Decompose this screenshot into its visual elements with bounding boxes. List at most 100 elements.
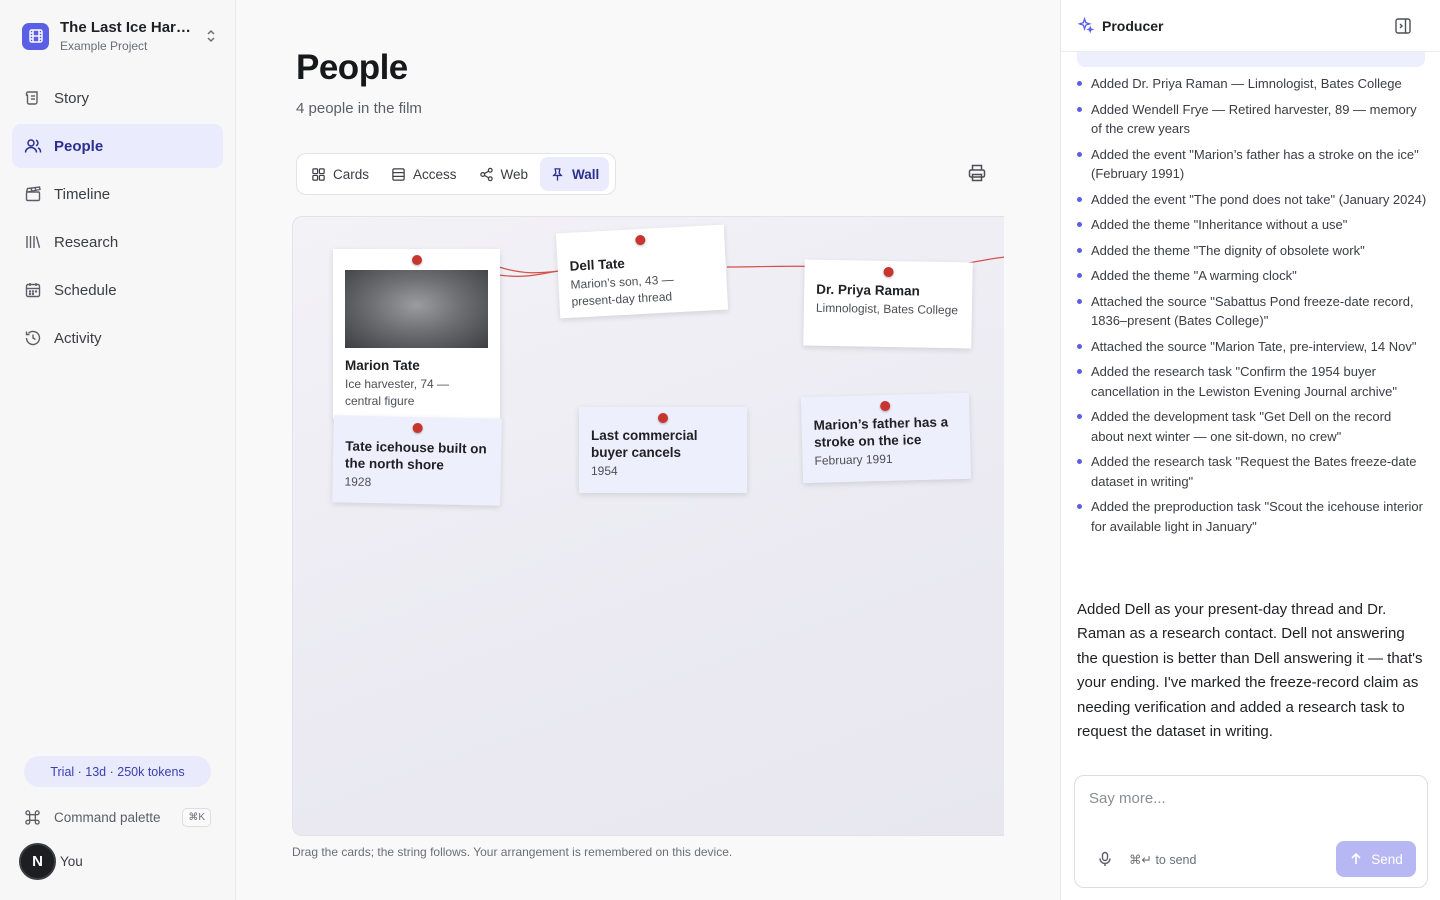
nav-item-label: Story: [54, 89, 90, 107]
send-button[interactable]: Send: [1336, 841, 1416, 877]
tab-label: Wall: [572, 166, 600, 182]
list-item: Added the research task "Confirm the 195…: [1077, 362, 1427, 401]
list-item: Added the development task "Get Dell on …: [1077, 407, 1427, 446]
list-item: Added the theme "The dignity of obsolete…: [1077, 241, 1427, 261]
card-subtitle: 1928: [344, 474, 372, 490]
card-subtitle: February 1991: [814, 451, 893, 468]
nav-item-story[interactable]: Story: [12, 76, 223, 120]
tab-access[interactable]: Access: [381, 157, 467, 191]
collapse-panel-icon[interactable]: [1394, 17, 1412, 35]
message-composer: ⌘↵ to send Send: [1074, 775, 1428, 888]
wall-card-event[interactable]: Tate icehouse built on the north shore 1…: [332, 415, 502, 506]
nav-item-label: People: [54, 137, 104, 155]
list-item: Added Dr. Priya Raman — Limnologist, Bat…: [1077, 74, 1427, 94]
nav-item-timeline[interactable]: Timeline: [12, 172, 223, 216]
history-icon: [25, 330, 41, 346]
assistant-reply: Added Dell as your present-day thread an…: [1077, 601, 1423, 741]
panel-title: Producer: [1102, 17, 1164, 34]
list-item: Attached the source "Marion Tate, pre-in…: [1077, 337, 1427, 357]
card-subtitle: 1954: [591, 464, 618, 478]
tab-label: Access: [413, 166, 457, 182]
nav-item-people[interactable]: People: [12, 124, 223, 168]
panel-header: Producer: [1061, 0, 1440, 52]
card-title: Tate icehouse built on the north shore: [344, 438, 487, 473]
microphone-icon[interactable]: [1097, 851, 1113, 867]
clapperboard-icon: [25, 186, 41, 202]
pin-wall[interactable]: Marion Tate Ice harvester, 74 — central …: [292, 216, 1004, 836]
print-icon[interactable]: [967, 163, 989, 185]
pin-icon: [552, 167, 563, 181]
avatar: N: [19, 843, 56, 880]
tab-label: Web: [500, 166, 529, 182]
arrow-up-icon: [1351, 852, 1361, 864]
command-icon: [25, 810, 40, 825]
card-title: Last commercial buyer cancels: [591, 428, 698, 460]
nav-item-schedule[interactable]: Schedule: [12, 268, 223, 312]
card-subtitle: Limnologist, Bates College: [815, 300, 959, 318]
user-menu[interactable]: N You: [19, 843, 83, 880]
card-title: Marion Tate: [345, 358, 420, 373]
list-item: Added Wendell Frye — Retired harvester, …: [1077, 100, 1427, 139]
users-icon: [24, 139, 42, 153]
list-item: Added the theme "A warming clock": [1077, 266, 1427, 286]
scroll-icon: [25, 91, 38, 105]
share-icon: [479, 167, 493, 181]
list-item: Attached the source "Sabattus Pond freez…: [1077, 292, 1427, 331]
pushpin-icon: [411, 255, 422, 265]
card-title: Marion’s father has a stroke on the ice: [813, 414, 949, 450]
page-title: People: [296, 48, 408, 87]
list-icon: [392, 167, 405, 181]
sparkles-icon: [1077, 17, 1094, 34]
nav-item-research[interactable]: Research: [12, 220, 223, 264]
tab-web[interactable]: Web: [469, 157, 539, 191]
trial-badge[interactable]: Trial · 13d · 250k tokens: [24, 756, 211, 787]
list-item: Added the preproduction task "Scout the …: [1077, 497, 1427, 536]
page-subtitle: 4 people in the film: [296, 100, 422, 117]
wall-card-person[interactable]: Marion Tate Ice harvester, 74 — central …: [333, 249, 500, 419]
nav-item-activity[interactable]: Activity: [12, 316, 223, 360]
wall-card-person[interactable]: Dr. Priya Raman Limnologist, Bates Colle…: [803, 259, 973, 349]
send-label: Send: [1371, 851, 1403, 867]
producer-panel: Producer Added Dr. Priya Raman — Limnolo…: [1060, 0, 1440, 900]
grid-icon: [312, 167, 325, 181]
command-palette-button[interactable]: Command palette ⌘K: [24, 805, 211, 830]
message-bubble: [1077, 52, 1425, 67]
portrait-photo: [345, 270, 488, 348]
shortcut-badge: ⌘K: [182, 808, 211, 827]
wall-card-event[interactable]: Marion’s father has a stroke on the ice …: [800, 392, 972, 484]
wall-help-text: Drag the cards; the string follows. Your…: [292, 845, 733, 859]
command-palette-label: Command palette: [54, 810, 161, 825]
card-title: Dr. Priya Raman: [816, 281, 920, 299]
tab-wall[interactable]: Wall: [540, 157, 610, 191]
main-content: People 4 people in the film Cards Access…: [236, 0, 1060, 900]
pushpin-icon: [658, 413, 668, 423]
card-subtitle: Ice harvester, 74 — central figure: [345, 377, 450, 408]
tab-label: Cards: [333, 166, 370, 182]
calendar-icon: [25, 283, 41, 298]
action-log: Added Dr. Priya Raman — Limnologist, Bat…: [1077, 74, 1427, 542]
card-subtitle: Marion’s son, 43 — present-day thread: [570, 272, 674, 309]
send-shortcut-hint: ⌘↵ to send: [1129, 853, 1197, 867]
tab-cards[interactable]: Cards: [301, 157, 379, 191]
wall-card-event[interactable]: Last commercial buyer cancels 1954: [579, 407, 747, 493]
message-input[interactable]: [1089, 790, 1409, 807]
list-item: Added the event "The pond does not take"…: [1077, 190, 1427, 210]
wall-card-person[interactable]: Dell Tate Marion’s son, 43 — present-day…: [555, 224, 729, 319]
project-subtitle: Example Project: [60, 39, 148, 53]
nav-item-label: Activity: [54, 329, 102, 347]
user-label: You: [60, 854, 83, 869]
list-item: Added the research task "Request the Bat…: [1077, 452, 1427, 491]
list-item: Added the theme "Inheritance without a u…: [1077, 215, 1427, 235]
project-switcher[interactable]: The Last Ice Har… Example Project: [22, 16, 218, 56]
sidebar: The Last Ice Har… Example Project Story …: [0, 0, 236, 900]
view-tabs: Cards Access Web Wall: [296, 153, 617, 195]
chevrons-up-down-icon: [204, 27, 218, 45]
project-title: The Last Ice Har…: [60, 19, 191, 36]
main-nav: Story People Timeline Research Schedule …: [12, 76, 223, 364]
conversation-scroll[interactable]: Added Dr. Priya Raman — Limnologist, Bat…: [1061, 52, 1440, 762]
film-icon: [22, 22, 49, 50]
list-item: Added the event "Marion’s father has a s…: [1077, 145, 1427, 184]
library-icon: [26, 236, 41, 248]
nav-item-label: Schedule: [54, 281, 117, 299]
nav-item-label: Research: [54, 233, 119, 251]
